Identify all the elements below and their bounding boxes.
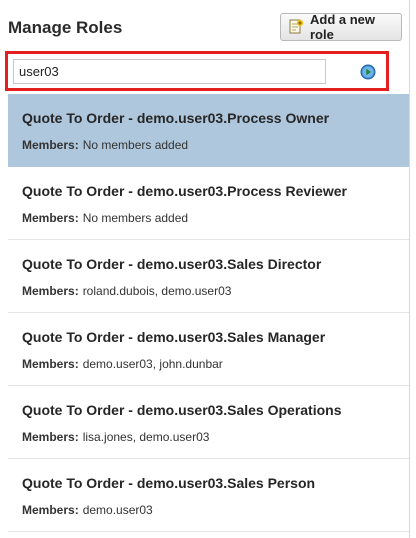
role-name: Quote To Order - demo.user03.Sales Direc… xyxy=(22,256,322,272)
role-members: Members: No members added xyxy=(22,138,188,152)
role-row[interactable]: Quote To Order - demo.user03.Sales Perso… xyxy=(8,459,409,532)
members-value: demo.user03 xyxy=(82,503,153,517)
role-name: Quote To Order - demo.user03.Process Rev… xyxy=(22,183,347,199)
go-arrow-icon[interactable] xyxy=(360,64,376,80)
role-members: Members: roland.dubois, demo.user03 xyxy=(22,284,231,298)
page-title: Manage Roles xyxy=(8,18,123,37)
members-label: Members: xyxy=(22,503,79,517)
role-members: Members: demo.user03, john.dunbar xyxy=(22,357,223,371)
members-value: No members added xyxy=(82,211,189,225)
search-input[interactable] xyxy=(13,59,326,84)
roles-list: Quote To Order - demo.user03.Process Own… xyxy=(8,94,409,532)
role-row[interactable]: Quote To Order - demo.user03.Process Rev… xyxy=(8,167,409,240)
members-label: Members: xyxy=(22,357,79,371)
add-role-label: Add a new role xyxy=(310,12,376,42)
role-row[interactable]: Quote To Order - demo.user03.Sales Manag… xyxy=(8,313,409,386)
role-name: Quote To Order - demo.user03.Sales Opera… xyxy=(22,402,342,418)
members-value: lisa.jones, demo.user03 xyxy=(82,430,210,444)
members-label: Members: xyxy=(22,430,79,444)
role-members: Members: lisa.jones, demo.user03 xyxy=(22,430,209,444)
members-label: Members: xyxy=(22,284,79,298)
add-role-icon xyxy=(288,19,304,35)
role-name: Quote To Order - demo.user03.Sales Manag… xyxy=(22,329,326,345)
members-value: roland.dubois, demo.user03 xyxy=(82,284,232,298)
role-row[interactable]: Quote To Order - demo.user03.Sales Opera… xyxy=(8,386,409,459)
members-label: Members: xyxy=(22,138,79,152)
role-name: Quote To Order - demo.user03.Sales Perso… xyxy=(22,475,316,491)
add-role-button[interactable]: Add a new role xyxy=(280,12,402,42)
members-value: demo.user03, john.dunbar xyxy=(82,357,223,371)
role-members: Members: demo.user03 xyxy=(22,503,153,517)
members-label: Members: xyxy=(22,211,79,225)
role-row[interactable]: Quote To Order - demo.user03.Process Own… xyxy=(8,94,409,167)
members-value: No members added xyxy=(82,138,189,152)
role-members: Members: No members added xyxy=(22,211,188,225)
role-row[interactable]: Quote To Order - demo.user03.Sales Direc… xyxy=(8,240,409,313)
manage-roles-panel: Manage Roles Add a new role user03 Quote… xyxy=(0,0,410,538)
search-area xyxy=(5,51,389,91)
header: Manage Roles Add a new role xyxy=(0,0,409,46)
role-name: Quote To Order - demo.user03.Process Own… xyxy=(22,110,330,126)
